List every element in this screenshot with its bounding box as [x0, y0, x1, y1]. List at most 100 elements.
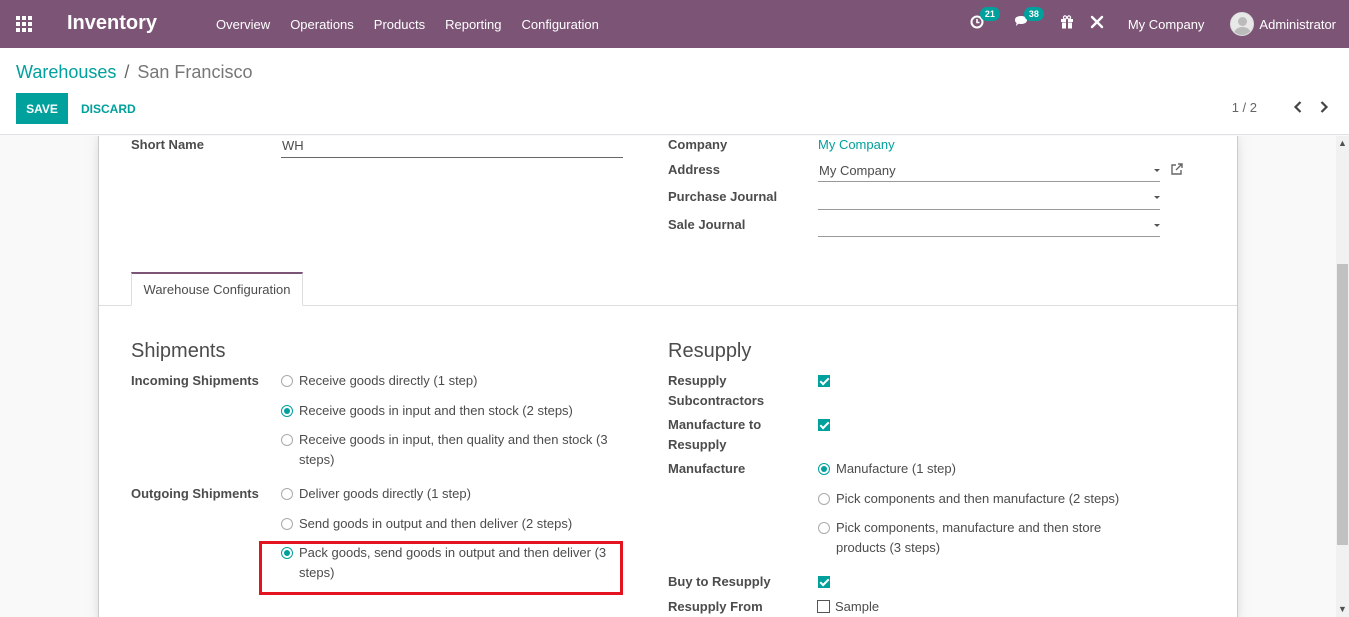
radio-button[interactable] — [281, 375, 293, 387]
address-label: Address — [668, 162, 721, 177]
discard-button[interactable]: DISCARD — [81, 93, 136, 124]
radio-button[interactable] — [818, 493, 830, 505]
label-line-2: Resupply — [668, 437, 727, 452]
resupply-from-sample[interactable]: Sample — [817, 597, 879, 617]
pager-value[interactable]: 1 / 2 — [1232, 100, 1257, 115]
messages-badge: 38 — [1023, 7, 1044, 21]
breadcrumb-current: San Francisco — [137, 62, 253, 82]
address-input[interactable]: My Company — [819, 161, 896, 181]
radio-label: Pick components and then manufacture (2 … — [836, 491, 1120, 506]
scroll-up-icon[interactable]: ▲ — [1338, 138, 1347, 148]
purchase-journal-underline — [818, 209, 1160, 210]
app-brand[interactable]: Inventory — [67, 12, 157, 35]
label-line-1: Resupply — [668, 373, 727, 388]
incoming-option-1-step[interactable]: Receive goods directly (1 step) — [281, 371, 477, 391]
resupply-from-option-label: Sample — [835, 599, 880, 614]
breadcrumb-warehouses[interactable]: Warehouses — [16, 62, 116, 83]
main-menu: Overview Operations Products Reporting C… — [206, 0, 609, 48]
incoming-shipments-label: Incoming Shipments — [131, 373, 259, 388]
menu-item-products[interactable]: Products — [364, 17, 435, 32]
short-name-input[interactable]: WH — [282, 136, 304, 156]
incoming-option-2-steps[interactable]: Receive goods in input and then stock (2… — [281, 401, 573, 421]
scroll-thumb[interactable] — [1337, 264, 1348, 545]
save-button[interactable]: SAVE — [16, 93, 68, 124]
pager-next-button[interactable] — [1317, 98, 1331, 116]
incoming-option-3-steps[interactable]: Receive goods in input, then quality and… — [281, 430, 608, 470]
tab-warehouse-configuration[interactable]: Warehouse Configuration — [131, 272, 303, 306]
shipments-section-title: Shipments — [131, 340, 226, 362]
breadcrumb-separator: / — [124, 62, 130, 82]
resupply-from-checkbox[interactable] — [817, 600, 830, 613]
radio-label: Pick components, manufacture and then st… — [836, 518, 1101, 558]
company-switcher[interactable]: My Company — [1128, 17, 1205, 32]
menu-item-overview[interactable]: Overview — [206, 17, 280, 32]
systray: 21 38 My Company Administrator — [962, 0, 1349, 48]
radio-label: Receive goods directly (1 step) — [299, 373, 478, 388]
buy-to-resupply-checkbox[interactable] — [818, 576, 830, 588]
sale-journal-label: Sale Journal — [668, 217, 746, 232]
radio-label: Manufacture (1 step) — [836, 461, 956, 476]
radio-label-line-2: products (3 steps) — [836, 540, 941, 555]
company-link[interactable]: My Company — [818, 135, 895, 155]
menu-item-reporting[interactable]: Reporting — [435, 17, 511, 32]
manufacture-option-2-steps[interactable]: Pick components and then manufacture (2 … — [818, 489, 1119, 509]
manufacture-label: Manufacture — [668, 461, 746, 476]
outgoing-shipments-label: Outgoing Shipments — [131, 486, 259, 501]
radio-label: Receive goods in input and then stock (2… — [299, 403, 573, 418]
user-name: Administrator — [1259, 16, 1336, 32]
sale-journal-dropdown-icon[interactable] — [1154, 224, 1160, 227]
sale-journal-underline — [818, 236, 1160, 237]
activities-button[interactable]: 21 — [970, 7, 1000, 33]
manufacture-option-3-steps[interactable]: Pick components, manufacture and then st… — [818, 518, 1101, 558]
radio-button[interactable] — [818, 522, 830, 534]
radio-button[interactable] — [281, 518, 293, 530]
address-dropdown-icon[interactable] — [1154, 169, 1160, 172]
radio-button-selected[interactable] — [281, 405, 293, 417]
resupply-section-title: Resupply — [668, 340, 752, 362]
debug-tools-button[interactable] — [1090, 15, 1104, 33]
pager-previous-button[interactable] — [1291, 98, 1305, 116]
radio-label: Deliver goods directly (1 step) — [299, 486, 471, 501]
radio-label: Receive goods in input, then quality and… — [299, 430, 608, 470]
buy-to-resupply-label: Buy to Resupply — [668, 574, 771, 589]
avatar — [1230, 12, 1255, 36]
vertical-scrollbar[interactable]: ▲ ▼ — [1336, 136, 1349, 617]
resupply-subcontractors-checkbox[interactable] — [818, 375, 830, 387]
tools-icon — [1090, 15, 1104, 29]
control-panel: Warehouses / San Francisco SAVE DISCARD … — [0, 48, 1349, 135]
radio-label: Send goods in output and then deliver (2… — [299, 516, 573, 531]
radio-button[interactable] — [281, 488, 293, 500]
radio-label-line-1: Pick components, manufacture and then st… — [836, 520, 1102, 535]
purchase-journal-dropdown-icon[interactable] — [1154, 196, 1160, 199]
manufacture-option-1-step[interactable]: Manufacture (1 step) — [818, 459, 956, 479]
top-navbar: Inventory Overview Operations Products R… — [0, 0, 1349, 48]
gift-icon — [1060, 15, 1073, 29]
purchase-journal-label: Purchase Journal — [668, 189, 778, 204]
chevron-right-icon — [1320, 101, 1329, 113]
label-line-2: Subcontractors — [668, 393, 765, 408]
apps-menu-icon[interactable] — [16, 16, 34, 32]
menu-item-operations[interactable]: Operations — [280, 17, 364, 32]
external-link-icon[interactable] — [1170, 163, 1183, 176]
radio-button-selected[interactable] — [818, 463, 830, 475]
outgoing-option-1-step[interactable]: Deliver goods directly (1 step) — [281, 484, 471, 504]
user-menu[interactable]: Administrator — [1230, 12, 1336, 36]
chevron-left-icon — [1293, 101, 1302, 113]
short-name-label: Short Name — [131, 137, 204, 152]
address-underline — [818, 181, 1160, 182]
short-name-underline — [281, 157, 623, 158]
scroll-down-icon[interactable]: ▼ — [1338, 604, 1347, 614]
outgoing-option-2-steps[interactable]: Send goods in output and then deliver (2… — [281, 514, 572, 534]
resupply-from-label: Resupply From — [668, 599, 763, 614]
activities-badge: 21 — [979, 7, 1000, 21]
messages-button[interactable]: 38 — [1014, 7, 1044, 33]
radio-button[interactable] — [281, 434, 293, 446]
menu-item-configuration[interactable]: Configuration — [511, 17, 608, 32]
manufacture-to-resupply-checkbox[interactable] — [818, 419, 830, 431]
radio-label-line-2: steps) — [299, 452, 335, 467]
highlight-annotation-box — [259, 541, 623, 595]
gift-button[interactable] — [1060, 15, 1074, 33]
resupply-subcontractors-label: Resupply Subcontractors — [668, 371, 764, 411]
breadcrumb: Warehouses / San Francisco — [16, 62, 252, 83]
label-line-1: Manufacture to — [668, 417, 762, 432]
